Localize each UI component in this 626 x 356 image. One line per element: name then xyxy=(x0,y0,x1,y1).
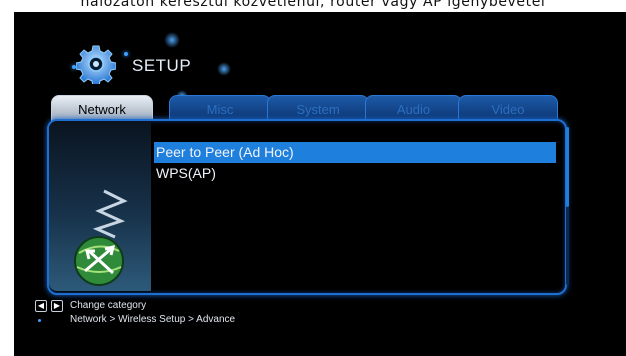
tab-audio[interactable]: Audio xyxy=(365,95,462,122)
page-caption: hálózaton keresztül közvetlenül, router … xyxy=(80,0,546,10)
gear-icon xyxy=(76,45,116,84)
tab-video[interactable]: Video xyxy=(458,95,558,122)
menu-item-wps[interactable]: WPS(AP) xyxy=(154,163,556,184)
page-title: SETUP xyxy=(132,56,192,75)
tab-label: Video xyxy=(491,102,525,117)
sparkle-dot xyxy=(124,52,128,56)
breadcrumb: Network > Wireless Setup > Advance xyxy=(70,314,236,325)
sparkle-decoration xyxy=(164,32,180,48)
left-arrow-key-icon: ◀ xyxy=(35,300,47,312)
tab-label: System xyxy=(296,102,340,117)
change-category-hint: Change category xyxy=(70,300,147,311)
category-illustration xyxy=(49,121,151,291)
tab-label: Network xyxy=(78,102,126,117)
network-globe-icon xyxy=(74,189,128,286)
tab-label: Misc xyxy=(206,102,234,117)
tab-system[interactable]: System xyxy=(267,95,369,122)
scrollbar-thumb[interactable] xyxy=(566,127,569,207)
tab-misc[interactable]: Misc xyxy=(169,95,271,122)
tab-label: Audio xyxy=(396,102,431,117)
right-arrow-key-icon: ▶ xyxy=(51,300,63,312)
bullet-dot-icon xyxy=(38,319,41,322)
menu-item-peer-to-peer[interactable]: Peer to Peer (Ad Hoc) xyxy=(154,142,556,163)
sparkle-decoration xyxy=(217,62,231,76)
